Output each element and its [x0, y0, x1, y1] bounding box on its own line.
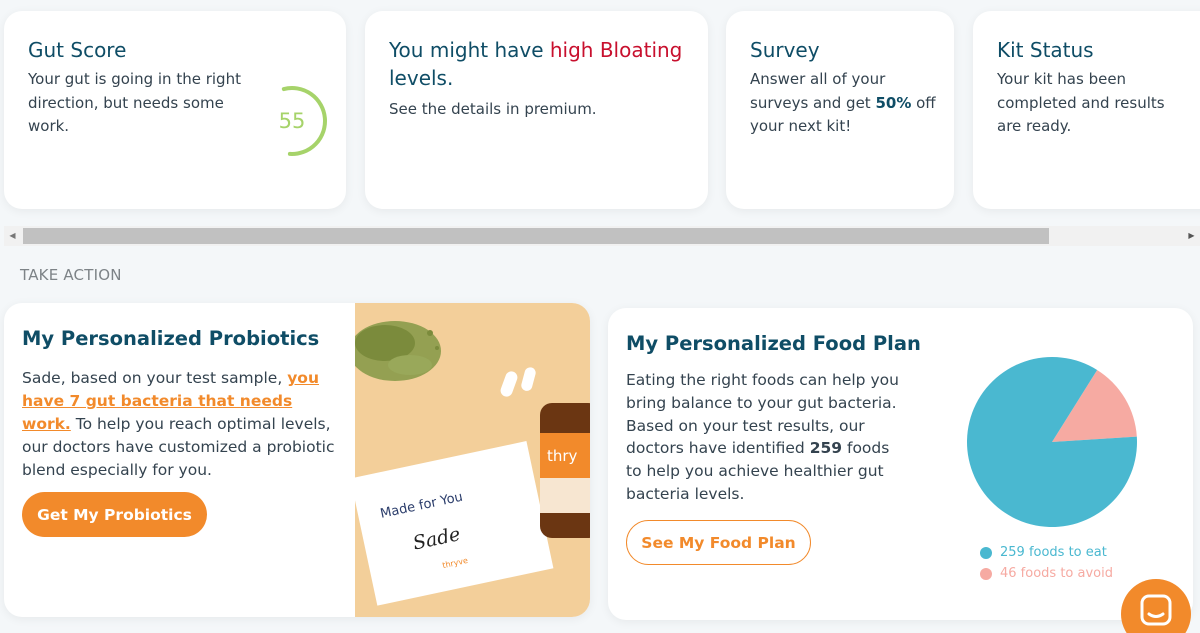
bloating-title-highlight: high Bloating [549, 38, 683, 62]
probiotics-title: My Personalized Probiotics [22, 327, 320, 350]
bloating-title: You might have high Bloating levels. [389, 36, 689, 92]
legend-dot-avoid [980, 567, 992, 580]
horizontal-scrollbar[interactable]: ◀ ▶ [4, 226, 1200, 246]
see-food-plan-button[interactable]: See My Food Plan [626, 520, 811, 565]
food-plan-count: 259 [809, 439, 843, 458]
scrollbar-thumb[interactable] [23, 228, 1049, 244]
gut-score-card[interactable]: Gut Score Your gut is going in the right… [4, 11, 346, 209]
photo-bottle-label: thry [547, 447, 578, 465]
scroll-left-arrow[interactable]: ◀ [4, 226, 21, 246]
scroll-right-arrow[interactable]: ▶ [1183, 226, 1200, 246]
legend-label-avoid: 46 foods to avoid [1000, 566, 1113, 581]
food-plan-title: My Personalized Food Plan [626, 332, 921, 355]
kit-status-description: Your kit has been completed and results … [997, 70, 1165, 135]
get-probiotics-button[interactable]: Get My Probiotics [22, 492, 207, 537]
gut-score-value: 55 [279, 109, 306, 133]
food-plan-description: Eating the right foods can help you brin… [626, 369, 906, 506]
pie-chart-svg [967, 357, 1137, 527]
kit-status-card[interactable]: Kit Status Your kit has been completed a… [973, 11, 1200, 209]
gut-score-description: Your gut is going in the right direction… [28, 70, 241, 135]
gut-score-gauge: 55 [279, 86, 327, 156]
survey-text-prefix: Answer all of your surveys and get [750, 70, 886, 112]
gut-score-title: Gut Score [28, 38, 127, 62]
bloating-description: See the details in premium. [389, 100, 597, 118]
probiotics-text-prefix: Sade, based on your test sample, [22, 369, 288, 387]
legend-item-avoid: 46 foods to avoid [980, 566, 1113, 581]
food-plan-card: My Personalized Food Plan Eating the rig… [608, 308, 1193, 620]
product-photo-illustration: Made for You Sade thryve thry [355, 321, 590, 606]
food-plan-pie-chart [966, 356, 1138, 528]
chat-icon [1140, 594, 1172, 626]
probiotics-description: Sade, based on your test sample, you hav… [22, 367, 342, 482]
legend-label-eat: 259 foods to eat [1000, 545, 1107, 560]
bloating-title-suffix: levels. [389, 66, 454, 90]
survey-card[interactable]: Survey Answer all of your surveys and ge… [726, 11, 954, 209]
survey-discount: 50% [875, 93, 912, 112]
legend-item-eat: 259 foods to eat [980, 545, 1107, 560]
survey-title: Survey [750, 38, 820, 62]
probiotics-product-photo: Made for You Sade thryve thry [355, 303, 590, 617]
bloating-title-prefix: You might have [389, 38, 550, 62]
kit-status-title: Kit Status [997, 38, 1094, 62]
legend-dot-eat [980, 546, 992, 559]
survey-description: Answer all of your surveys and get 50% o… [750, 68, 940, 139]
probiotics-card: My Personalized Probiotics Sade, based o… [4, 303, 590, 617]
section-heading-take-action: TAKE ACTION [20, 266, 122, 284]
bloating-card[interactable]: You might have high Bloating levels. See… [365, 11, 708, 209]
